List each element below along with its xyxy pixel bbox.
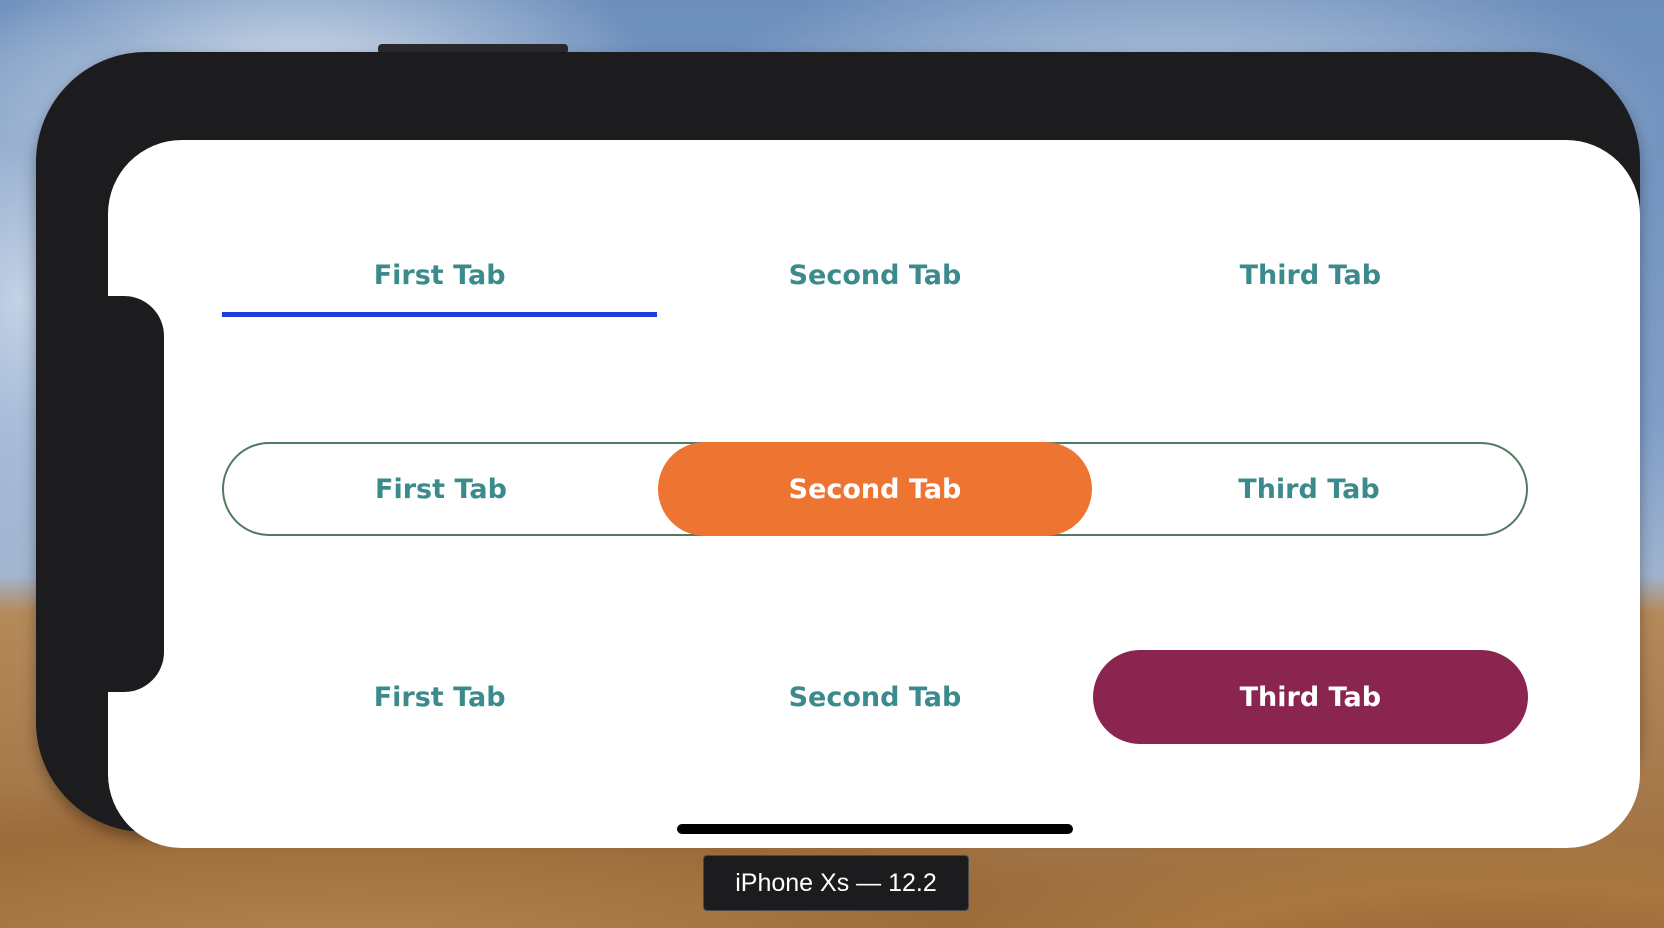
tab-label: Third Tab [1239, 259, 1382, 291]
notch [108, 296, 164, 692]
tab-third-selected[interactable]: Third Tab [1092, 650, 1528, 744]
tab-label: Second Tab [788, 473, 962, 505]
tab-label: First Tab [373, 259, 506, 291]
tab-first[interactable]: First Tab [222, 228, 657, 322]
tab-second-selected[interactable]: Second Tab [658, 442, 1092, 536]
tab-second[interactable]: Second Tab [657, 228, 1092, 322]
tab-label: First Tab [373, 681, 506, 713]
tab-bar-underline: First Tab Second Tab Third Tab [222, 228, 1528, 322]
simulator-device-label: iPhone Xs — 12.2 [703, 855, 969, 911]
tab-third[interactable]: Third Tab [1092, 444, 1526, 534]
app-screen: First Tab Second Tab Third Tab First Tab… [108, 140, 1640, 848]
selected-tab-underline [222, 312, 657, 317]
tab-bar-segmented: First Tab Second Tab Third Tab [222, 442, 1528, 536]
tab-label: Second Tab [788, 681, 962, 713]
tab-second[interactable]: Second Tab [657, 650, 1092, 744]
tab-label: Second Tab [788, 259, 962, 291]
home-indicator[interactable] [677, 824, 1073, 834]
tab-first[interactable]: First Tab [224, 444, 658, 534]
tab-bar-pill: First Tab Second Tab Third Tab [222, 650, 1528, 744]
tab-label: Third Tab [1239, 681, 1382, 713]
tab-third[interactable]: Third Tab [1093, 228, 1528, 322]
tab-label: First Tab [375, 473, 507, 505]
iphone-frame: First Tab Second Tab Third Tab First Tab… [36, 52, 1640, 848]
tab-label: Third Tab [1238, 473, 1380, 505]
tab-first[interactable]: First Tab [222, 650, 657, 744]
